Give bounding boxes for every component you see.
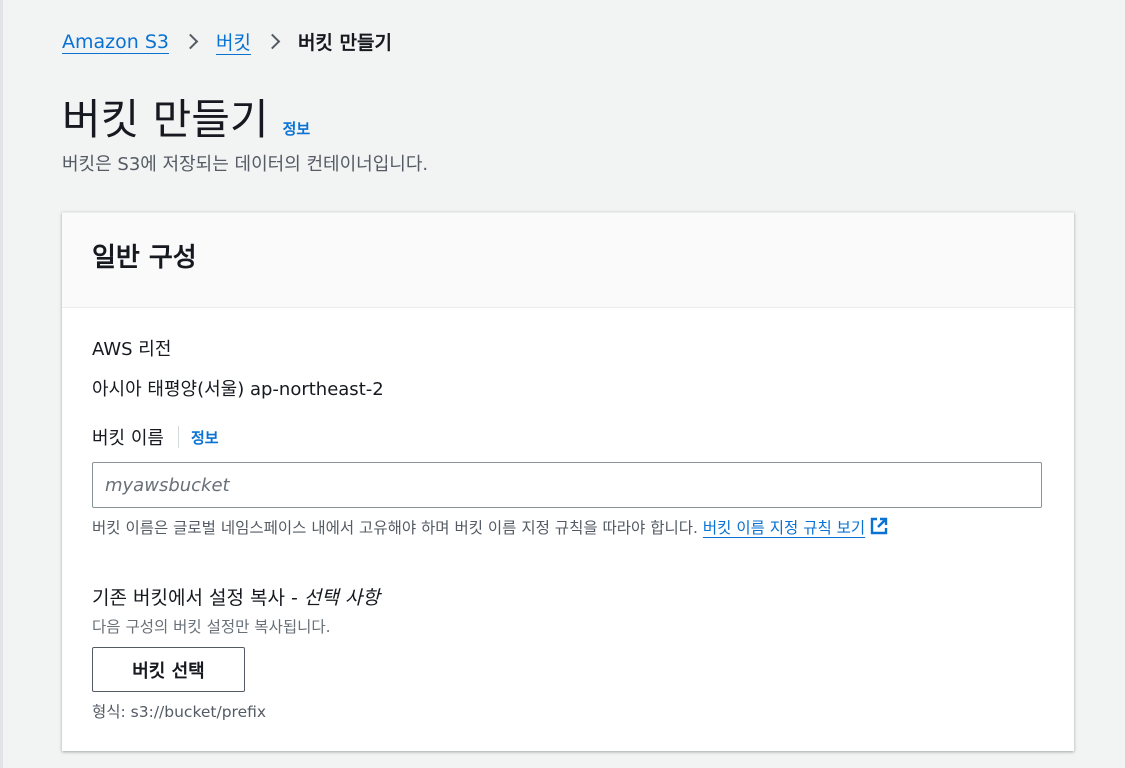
external-link-icon	[870, 517, 888, 535]
breadcrumb-current: 버킷 만들기	[297, 32, 392, 54]
region-value: 아시아 태평양(서울) ap-northeast-2	[92, 379, 384, 400]
copy-settings-description: 다음 구성의 버킷 설정만 복사됩니다.	[92, 618, 331, 636]
left-border	[0, 0, 3, 768]
panel-title: 일반 구성	[92, 243, 197, 273]
region-label: AWS 리전	[92, 339, 172, 360]
breadcrumb-link-buckets[interactable]: 버킷	[216, 28, 251, 55]
panel-header: 일반 구성	[62, 213, 1074, 308]
bucket-name-label-row: 버킷 이름 정보	[92, 424, 219, 450]
page-info-link[interactable]: 정보	[283, 118, 311, 139]
copy-settings-label: 기존 버킷에서 설정 복사 - 선택 사항	[92, 583, 380, 610]
bucket-name-label: 버킷 이름	[92, 428, 164, 449]
label-divider	[177, 426, 179, 448]
copy-settings-label-text: 기존 버킷에서 설정 복사 -	[92, 587, 304, 609]
page-header: 버킷 만들기 정보	[62, 86, 310, 147]
chevron-right-icon	[182, 33, 199, 50]
breadcrumb-link-s3[interactable]: Amazon S3	[62, 31, 169, 53]
page-title: 버킷 만들기	[62, 95, 269, 144]
bucket-name-input[interactable]	[92, 462, 1042, 508]
format-hint: 형식: s3://bucket/prefix	[92, 703, 267, 721]
constraint-text: 버킷 이름은 글로벌 네임스페이스 내에서 고유해야 하며 버킷 이름 지정 규…	[92, 519, 698, 537]
naming-rules-link[interactable]: 버킷 이름 지정 규칙 보기	[702, 517, 889, 537]
general-config-panel: 일반 구성 AWS 리전 아시아 태평양(서울) ap-northeast-2 …	[62, 212, 1074, 751]
bucket-name-constraint: 버킷 이름은 글로벌 네임스페이스 내에서 고유해야 하며 버킷 이름 지정 규…	[92, 515, 1032, 541]
bucket-name-info-link[interactable]: 정보	[191, 427, 219, 448]
optional-label: 선택 사항	[303, 587, 380, 609]
chevron-right-icon	[264, 33, 281, 50]
breadcrumb: Amazon S3 버킷 버킷 만들기	[62, 28, 392, 55]
page-description: 버킷은 S3에 저장되는 데이터의 컨테이너입니다.	[62, 154, 429, 175]
naming-rules-link-label: 버킷 이름 지정 규칙 보기	[702, 519, 866, 537]
choose-bucket-button[interactable]: 버킷 선택	[92, 647, 245, 692]
